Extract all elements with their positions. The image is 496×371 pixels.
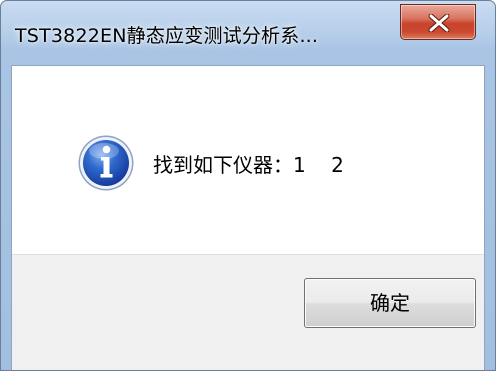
dialog-client-area: 找到如下仪器：1 2 确定	[11, 65, 485, 370]
information-icon	[77, 134, 135, 192]
ok-button[interactable]: 确定	[304, 278, 476, 328]
message-text: 找到如下仪器：1 2	[153, 153, 344, 177]
message-area: 找到如下仪器：1 2	[12, 66, 484, 254]
button-bar: 确定	[12, 254, 484, 370]
title-bar[interactable]: TST3822EN静态应变测试分析系...	[1, 1, 495, 65]
window-title: TST3822EN静态应变测试分析系...	[15, 25, 319, 47]
close-button[interactable]	[400, 4, 476, 40]
message-box-window: TST3822EN静态应变测试分析系... 找到如下仪器：1 2 确定	[0, 0, 496, 371]
close-icon	[428, 14, 450, 32]
